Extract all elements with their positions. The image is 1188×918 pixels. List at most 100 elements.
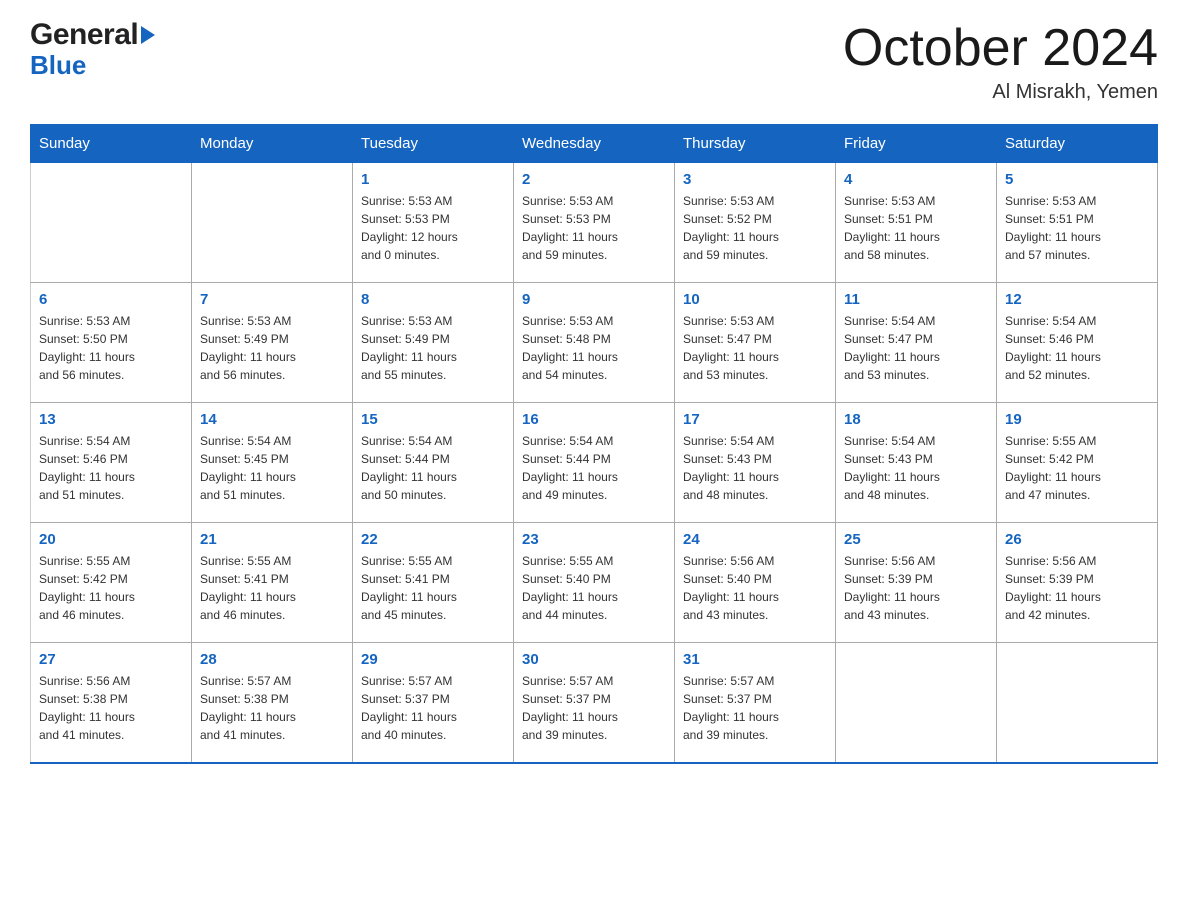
day-info: Sunrise: 5:56 AM Sunset: 5:38 PM Dayligh… bbox=[39, 672, 183, 744]
calendar-cell: 2 Sunrise: 5:53 AM Sunset: 5:53 PM Daylig… bbox=[514, 163, 675, 283]
day-number: 17 bbox=[683, 411, 827, 428]
day-info: Sunrise: 5:53 AM Sunset: 5:52 PM Dayligh… bbox=[683, 192, 827, 264]
day-number: 3 bbox=[683, 171, 827, 188]
day-number: 10 bbox=[683, 291, 827, 308]
logo-general: General bbox=[30, 20, 155, 50]
calendar-cell: 4Sunrise: 5:53 AM Sunset: 5:51 PM Daylig… bbox=[836, 163, 997, 283]
title-area: October 2024 Al Misrakh, Yemen bbox=[843, 20, 1158, 104]
day-info: Sunrise: 5:56 AM Sunset: 5:39 PM Dayligh… bbox=[844, 552, 988, 624]
day-info: Sunrise: 5:53 AM Sunset: 5:53 PM Dayligh… bbox=[522, 192, 666, 264]
day-info: Sunrise: 5:57 AM Sunset: 5:37 PM Dayligh… bbox=[683, 672, 827, 744]
calendar-cell: 21Sunrise: 5:55 AM Sunset: 5:41 PM Dayli… bbox=[192, 523, 353, 643]
day-number: 27 bbox=[39, 651, 183, 668]
logo-text: General Blue bbox=[30, 20, 155, 78]
logo-arrow-icon bbox=[141, 26, 155, 44]
calendar-cell: 25 Sunrise: 5:56 AM Sunset: 5:39 PM Dayli… bbox=[836, 523, 997, 643]
column-header-friday: Friday bbox=[836, 125, 997, 163]
day-number: 8 bbox=[361, 291, 505, 308]
calendar-cell bbox=[31, 163, 192, 283]
calendar-cell: 17Sunrise: 5:54 AM Sunset: 5:43 PM Dayli… bbox=[675, 403, 836, 523]
calendar-cell: 6 Sunrise: 5:53 AM Sunset: 5:50 PM Daylig… bbox=[31, 283, 192, 403]
day-info: Sunrise: 5:53 AM Sunset: 5:53 PM Dayligh… bbox=[361, 192, 505, 264]
day-info: Sunrise: 5:57 AM Sunset: 5:37 PM Dayligh… bbox=[522, 672, 666, 744]
day-info: Sunrise: 5:54 AM Sunset: 5:44 PM Dayligh… bbox=[361, 432, 505, 504]
calendar-cell: 3 Sunrise: 5:53 AM Sunset: 5:52 PM Daylig… bbox=[675, 163, 836, 283]
page-header: General Blue October 2024 Al Misrakh, Ye… bbox=[30, 20, 1158, 104]
day-number: 14 bbox=[200, 411, 344, 428]
calendar-week-row: 27 Sunrise: 5:56 AM Sunset: 5:38 PM Dayli… bbox=[31, 643, 1158, 763]
calendar-cell: 31 Sunrise: 5:57 AM Sunset: 5:37 PM Dayli… bbox=[675, 643, 836, 763]
day-info: Sunrise: 5:55 AM Sunset: 5:42 PM Dayligh… bbox=[39, 552, 183, 624]
calendar-cell: 9Sunrise: 5:53 AM Sunset: 5:48 PM Daylig… bbox=[514, 283, 675, 403]
day-number: 30 bbox=[522, 651, 666, 668]
calendar-cell bbox=[836, 643, 997, 763]
day-info: Sunrise: 5:55 AM Sunset: 5:41 PM Dayligh… bbox=[361, 552, 505, 624]
day-info: Sunrise: 5:57 AM Sunset: 5:37 PM Dayligh… bbox=[361, 672, 505, 744]
calendar-cell: 16Sunrise: 5:54 AM Sunset: 5:44 PM Dayli… bbox=[514, 403, 675, 523]
calendar-cell: 24 Sunrise: 5:56 AM Sunset: 5:40 PM Dayli… bbox=[675, 523, 836, 643]
day-number: 6 bbox=[39, 291, 183, 308]
calendar-cell: 5Sunrise: 5:53 AM Sunset: 5:51 PM Daylig… bbox=[997, 163, 1158, 283]
calendar-cell: 11Sunrise: 5:54 AM Sunset: 5:47 PM Dayli… bbox=[836, 283, 997, 403]
day-info: Sunrise: 5:53 AM Sunset: 5:49 PM Dayligh… bbox=[361, 312, 505, 384]
location: Al Misrakh, Yemen bbox=[843, 81, 1158, 104]
day-number: 20 bbox=[39, 531, 183, 548]
logo: General Blue bbox=[30, 20, 155, 78]
calendar-cell bbox=[192, 163, 353, 283]
day-number: 22 bbox=[361, 531, 505, 548]
calendar-cell: 18 Sunrise: 5:54 AM Sunset: 5:43 PM Dayli… bbox=[836, 403, 997, 523]
day-info: Sunrise: 5:53 AM Sunset: 5:49 PM Dayligh… bbox=[200, 312, 344, 384]
day-number: 24 bbox=[683, 531, 827, 548]
calendar-cell: 1 Sunrise: 5:53 AM Sunset: 5:53 PM Daylig… bbox=[353, 163, 514, 283]
calendar-cell: 10Sunrise: 5:53 AM Sunset: 5:47 PM Dayli… bbox=[675, 283, 836, 403]
day-info: Sunrise: 5:55 AM Sunset: 5:40 PM Dayligh… bbox=[522, 552, 666, 624]
day-info: Sunrise: 5:54 AM Sunset: 5:43 PM Dayligh… bbox=[844, 432, 988, 504]
day-number: 12 bbox=[1005, 291, 1149, 308]
day-number: 4 bbox=[844, 171, 988, 188]
calendar-header-row: SundayMondayTuesdayWednesdayThursdayFrid… bbox=[31, 125, 1158, 163]
day-number: 18 bbox=[844, 411, 988, 428]
calendar-cell bbox=[997, 643, 1158, 763]
day-info: Sunrise: 5:56 AM Sunset: 5:40 PM Dayligh… bbox=[683, 552, 827, 624]
day-number: 25 bbox=[844, 531, 988, 548]
calendar-cell: 26Sunrise: 5:56 AM Sunset: 5:39 PM Dayli… bbox=[997, 523, 1158, 643]
calendar-week-row: 6 Sunrise: 5:53 AM Sunset: 5:50 PM Daylig… bbox=[31, 283, 1158, 403]
calendar-cell: 29 Sunrise: 5:57 AM Sunset: 5:37 PM Dayli… bbox=[353, 643, 514, 763]
calendar-week-row: 13 Sunrise: 5:54 AM Sunset: 5:46 PM Dayli… bbox=[31, 403, 1158, 523]
calendar-cell: 20 Sunrise: 5:55 AM Sunset: 5:42 PM Dayli… bbox=[31, 523, 192, 643]
column-header-thursday: Thursday bbox=[675, 125, 836, 163]
day-info: Sunrise: 5:54 AM Sunset: 5:46 PM Dayligh… bbox=[39, 432, 183, 504]
calendar-cell: 14Sunrise: 5:54 AM Sunset: 5:45 PM Dayli… bbox=[192, 403, 353, 523]
day-number: 23 bbox=[522, 531, 666, 548]
day-number: 29 bbox=[361, 651, 505, 668]
calendar-cell: 23 Sunrise: 5:55 AM Sunset: 5:40 PM Dayli… bbox=[514, 523, 675, 643]
day-number: 15 bbox=[361, 411, 505, 428]
day-info: Sunrise: 5:55 AM Sunset: 5:42 PM Dayligh… bbox=[1005, 432, 1149, 504]
day-number: 7 bbox=[200, 291, 344, 308]
day-info: Sunrise: 5:53 AM Sunset: 5:48 PM Dayligh… bbox=[522, 312, 666, 384]
logo-blue: Blue bbox=[30, 52, 155, 78]
calendar-week-row: 1 Sunrise: 5:53 AM Sunset: 5:53 PM Daylig… bbox=[31, 163, 1158, 283]
day-number: 1 bbox=[361, 171, 505, 188]
calendar-cell: 28 Sunrise: 5:57 AM Sunset: 5:38 PM Dayli… bbox=[192, 643, 353, 763]
month-title: October 2024 bbox=[843, 20, 1158, 77]
day-number: 31 bbox=[683, 651, 827, 668]
day-number: 13 bbox=[39, 411, 183, 428]
column-header-saturday: Saturday bbox=[997, 125, 1158, 163]
calendar-week-row: 20 Sunrise: 5:55 AM Sunset: 5:42 PM Dayli… bbox=[31, 523, 1158, 643]
day-info: Sunrise: 5:53 AM Sunset: 5:51 PM Dayligh… bbox=[1005, 192, 1149, 264]
calendar-table: SundayMondayTuesdayWednesdayThursdayFrid… bbox=[30, 124, 1158, 764]
column-header-wednesday: Wednesday bbox=[514, 125, 675, 163]
calendar-cell: 22 Sunrise: 5:55 AM Sunset: 5:41 PM Dayli… bbox=[353, 523, 514, 643]
day-number: 16 bbox=[522, 411, 666, 428]
column-header-monday: Monday bbox=[192, 125, 353, 163]
calendar-cell: 13 Sunrise: 5:54 AM Sunset: 5:46 PM Dayli… bbox=[31, 403, 192, 523]
day-number: 11 bbox=[844, 291, 988, 308]
day-number: 28 bbox=[200, 651, 344, 668]
day-info: Sunrise: 5:57 AM Sunset: 5:38 PM Dayligh… bbox=[200, 672, 344, 744]
day-info: Sunrise: 5:55 AM Sunset: 5:41 PM Dayligh… bbox=[200, 552, 344, 624]
day-number: 2 bbox=[522, 171, 666, 188]
calendar-cell: 30 Sunrise: 5:57 AM Sunset: 5:37 PM Dayli… bbox=[514, 643, 675, 763]
column-header-tuesday: Tuesday bbox=[353, 125, 514, 163]
day-info: Sunrise: 5:53 AM Sunset: 5:50 PM Dayligh… bbox=[39, 312, 183, 384]
